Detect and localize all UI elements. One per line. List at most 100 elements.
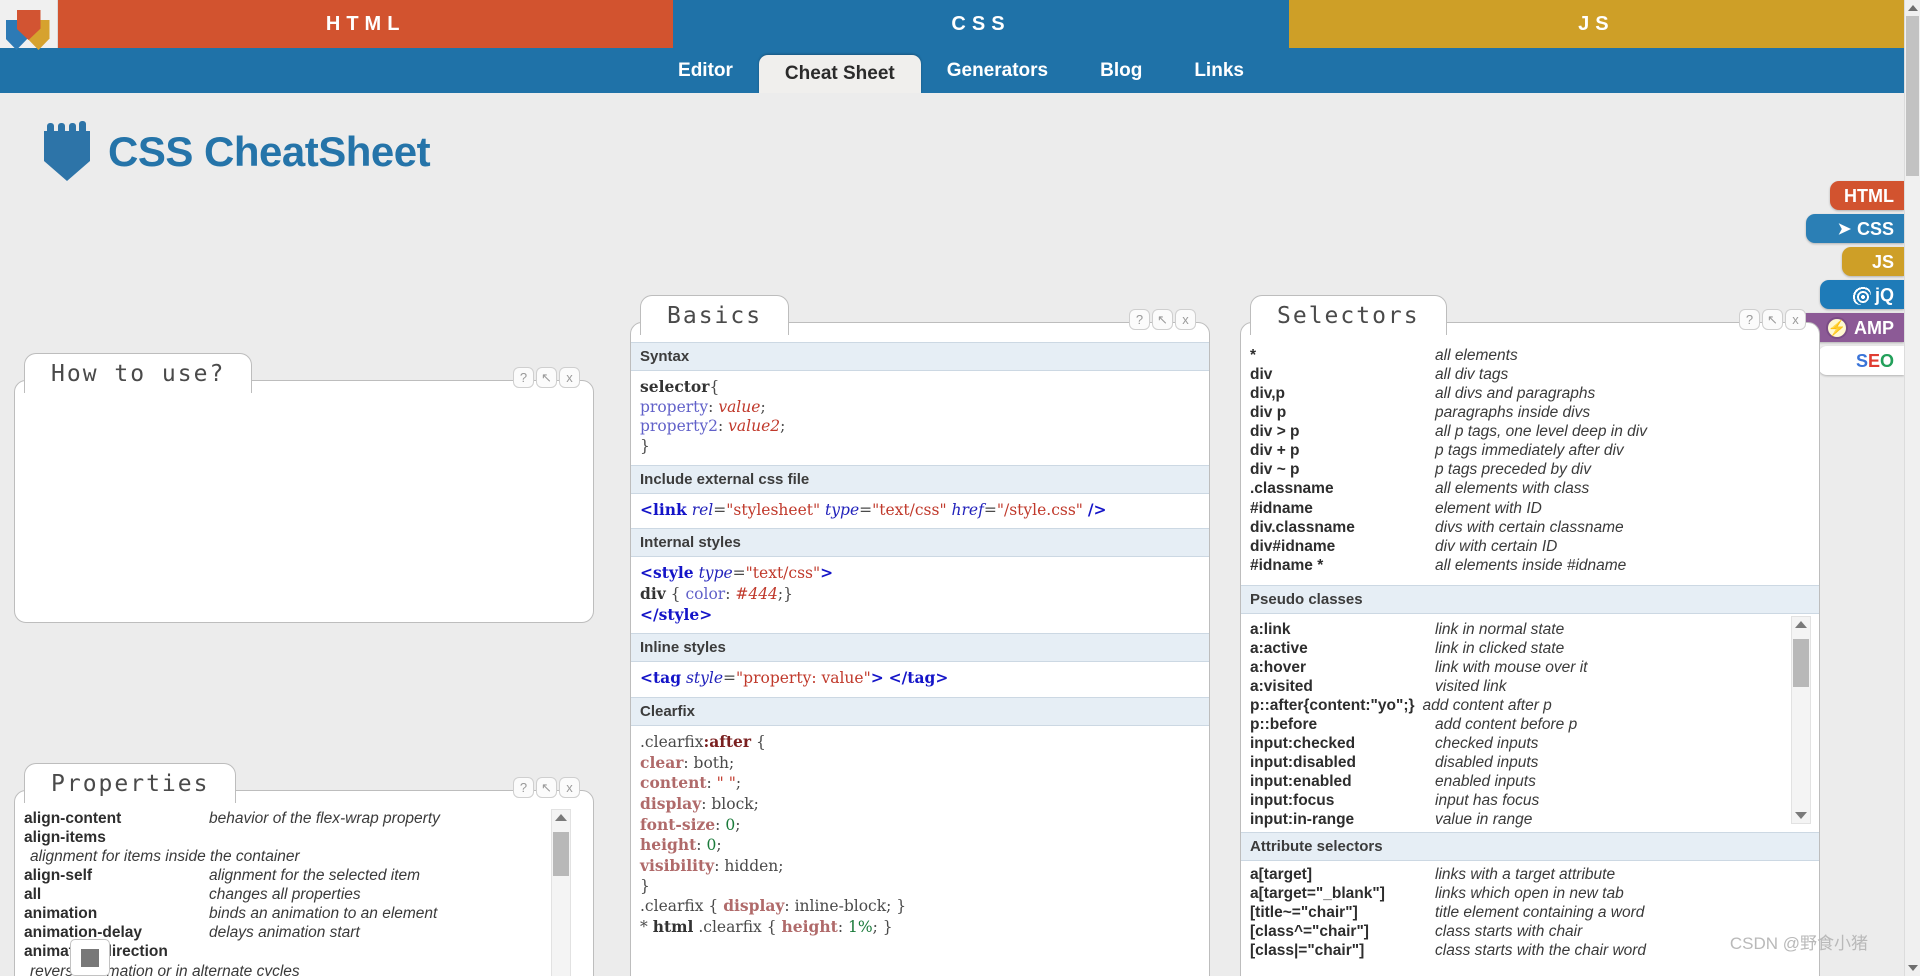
table-row[interactable]: .classname all elements with class	[1250, 479, 1819, 498]
side-badge-jquery[interactable]: jQ	[1820, 280, 1904, 309]
panel-how-to-use-title: How to use?	[24, 353, 253, 393]
nav-item-editor-label: Editor	[678, 59, 733, 81]
scrollbar-thumb[interactable]	[553, 832, 569, 876]
site-logo[interactable]	[0, 0, 58, 50]
table-row[interactable]: #idname element with ID	[1250, 499, 1819, 518]
lang-tab-js[interactable]: JS	[1288, 0, 1904, 48]
table-row[interactable]: div + pp tags immediately after div	[1250, 441, 1819, 460]
help-icon[interactable]: ?	[513, 777, 534, 798]
panel-how-to-use: How to use? ? ↖ x	[14, 353, 594, 623]
table-row[interactable]: #idname * all elements inside #idname	[1250, 556, 1819, 575]
table-row[interactable]: input:in-range value in range	[1250, 810, 1783, 829]
pseudo-classes-scroll-area[interactable]: a:link link in normal state a:active link …	[1241, 614, 1819, 828]
selectors-content: * all elements div all div tags div,p all d…	[1241, 342, 1819, 976]
shield-logo-icon	[5, 8, 52, 50]
panel-how-to-use-controls: ? ↖ x	[513, 367, 580, 388]
section-header-attribute-selectors: Attribute selectors	[1241, 831, 1819, 861]
table-row[interactable]: a[target] links with a target attribute	[1250, 865, 1819, 884]
resize-icon[interactable]: ↖	[536, 367, 557, 388]
nav-item-editor[interactable]: Editor	[652, 48, 759, 93]
resize-icon[interactable]: ↖	[1762, 309, 1783, 330]
help-icon[interactable]: ?	[513, 367, 534, 388]
resize-handle-overlay[interactable]	[70, 939, 110, 976]
list-item[interactable]: animation binds an animation to an eleme…	[24, 904, 553, 923]
side-badge-html[interactable]: HTML	[1830, 181, 1904, 210]
table-row[interactable]: * all elements	[1250, 346, 1819, 365]
selectors-basic-list: * all elements div all div tags div,p all d…	[1241, 342, 1819, 579]
browser-scrollbar-thumb[interactable]	[1906, 16, 1919, 176]
side-badge-js[interactable]: JS	[1842, 247, 1904, 276]
pseudo-classes-scrollbar[interactable]	[1791, 615, 1811, 824]
scrollbar-thumb[interactable]	[1793, 638, 1809, 687]
table-row[interactable]: input:disabled disabled inputs	[1250, 753, 1783, 772]
table-row[interactable]: div#idname div with certain ID	[1250, 537, 1819, 556]
scroll-down-icon[interactable]	[1907, 965, 1918, 971]
table-row[interactable]: div all div tags	[1250, 365, 1819, 384]
lang-tab-js-label: JS	[1578, 12, 1615, 35]
jquery-icon	[1850, 284, 1871, 305]
nav-item-blog[interactable]: Blog	[1074, 48, 1168, 93]
pseudo-classes-list: a:link link in normal state a:active link …	[1241, 614, 1819, 834]
main-navigation: Editor Cheat Sheet Generators Blog Links	[0, 48, 1904, 93]
close-icon[interactable]: x	[559, 777, 580, 798]
lang-tab-css[interactable]: CSS	[673, 0, 1289, 48]
table-row[interactable]: a[target="_blank"] links which open in ne…	[1250, 884, 1819, 903]
nav-item-blog-label: Blog	[1100, 59, 1143, 81]
list-item[interactable]: align-items	[24, 828, 553, 847]
scroll-up-icon[interactable]	[1795, 620, 1807, 628]
nav-item-generators[interactable]: Generators	[921, 48, 1074, 93]
section-header-internal: Internal styles	[631, 528, 1209, 558]
list-item[interactable]: align-self alignment for the selected it…	[24, 866, 553, 885]
scroll-down-icon[interactable]	[1795, 811, 1807, 819]
help-icon[interactable]: ?	[1129, 309, 1150, 330]
panel-properties-controls: ? ↖ x	[513, 777, 580, 798]
arrow-right-icon: ➤	[1837, 220, 1851, 238]
lang-tab-css-label: CSS	[951, 12, 1011, 35]
table-row[interactable]: div > p all p tags, one level deep in div	[1250, 422, 1819, 441]
panel-selectors-body: * all elements div all div tags div,p all d…	[1240, 322, 1820, 976]
table-row[interactable]: input:focus input has focus	[1250, 791, 1783, 810]
nav-item-links-label: Links	[1194, 59, 1244, 81]
table-row[interactable]: a:visited visited link	[1250, 677, 1783, 696]
side-badge-seo[interactable]: SEO	[1818, 346, 1904, 375]
table-row[interactable]: [title~="chair"] title element containing…	[1250, 903, 1819, 922]
nav-item-links[interactable]: Links	[1168, 48, 1270, 93]
scroll-up-icon[interactable]	[1907, 5, 1918, 11]
table-row[interactable]: div.classname divs with certain classname	[1250, 518, 1819, 537]
table-row[interactable]: input:enabled enabled inputs	[1250, 772, 1783, 791]
table-row[interactable]: p::before add content before p	[1250, 715, 1783, 734]
code-block-clearfix: .clearfix:after { clear: both; content: …	[640, 732, 907, 937]
close-icon[interactable]: x	[1785, 309, 1806, 330]
close-icon[interactable]: x	[559, 367, 580, 388]
help-icon[interactable]: ?	[1739, 309, 1760, 330]
language-bar: HTML CSS JS	[0, 0, 1904, 50]
table-row[interactable]: p::after{content:"yo";} add content after…	[1250, 696, 1783, 715]
table-row[interactable]: div,p all divs and paragraphs	[1250, 384, 1819, 403]
resize-icon[interactable]: ↖	[1152, 309, 1173, 330]
close-icon[interactable]: x	[1175, 309, 1196, 330]
table-row[interactable]: div ~ pp tags preceded by div	[1250, 460, 1819, 479]
properties-scrollbar[interactable]	[551, 809, 571, 976]
table-row[interactable]: div p paragraphs inside divs	[1250, 403, 1819, 422]
table-row[interactable]: a:hover link with mouse over it	[1250, 658, 1783, 677]
table-row[interactable]: a:active link in clicked state	[1250, 639, 1783, 658]
lang-tab-html[interactable]: HTML	[58, 0, 674, 48]
panel-selectors-title: Selectors	[1250, 295, 1447, 335]
side-badge-css[interactable]: ➤ CSS	[1806, 214, 1904, 243]
list-item[interactable]: all changes all properties	[24, 885, 553, 904]
nav-item-cheat-sheet[interactable]: Cheat Sheet	[758, 55, 921, 93]
lightning-icon: ⚡	[1826, 316, 1848, 339]
resize-icon[interactable]: ↖	[536, 777, 557, 798]
nav-item-generators-label: Generators	[946, 59, 1049, 81]
list-item[interactable]: align-content behavior of the flex-wrap …	[24, 809, 553, 828]
panel-selectors: Selectors ? ↖ x * all elements div all div…	[1240, 295, 1820, 976]
section-header-include-external: Include external css file	[631, 464, 1209, 494]
scroll-up-icon[interactable]	[555, 814, 567, 821]
browser-scrollbar[interactable]	[1904, 0, 1920, 976]
nav-item-cheat-sheet-label: Cheat Sheet	[784, 63, 895, 84]
table-row[interactable]: input:checked checked inputs	[1250, 734, 1783, 753]
page-title: CSS CheatSheet	[44, 121, 431, 181]
basics-content: Syntax selector{ property: value; proper…	[631, 342, 1209, 976]
table-row[interactable]: a:link link in normal state	[1250, 620, 1783, 639]
panel-basics-body: Syntax selector{ property: value; proper…	[630, 322, 1210, 976]
